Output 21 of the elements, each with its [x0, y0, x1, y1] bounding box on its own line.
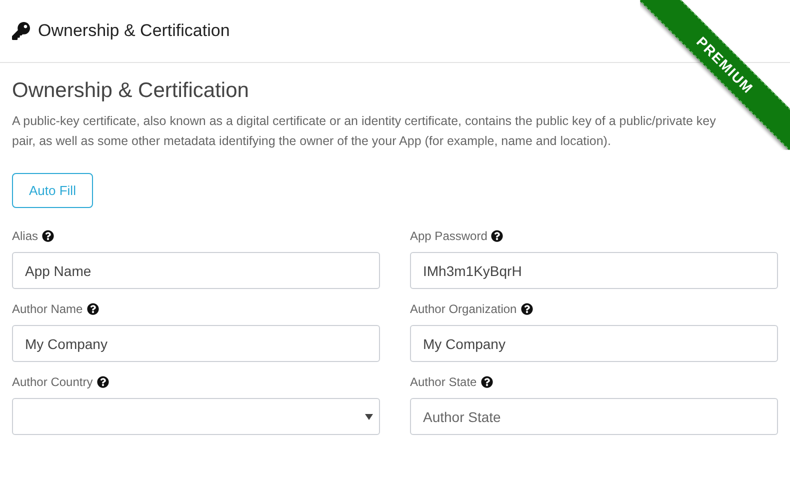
input-field[interactable]: My Company — [12, 325, 380, 362]
input-field[interactable]: App Name — [12, 252, 380, 289]
field-label: Author Organization — [410, 302, 517, 316]
page-title: Ownership & Certification — [38, 21, 230, 41]
help-icon[interactable] — [96, 376, 109, 388]
input-field[interactable]: Author State — [410, 398, 778, 435]
field-label: Author Country — [12, 375, 93, 389]
key-icon — [12, 22, 30, 40]
select-field[interactable] — [12, 398, 380, 435]
field-label: App Password — [410, 229, 488, 243]
help-icon[interactable] — [42, 230, 54, 242]
help-icon[interactable] — [520, 303, 533, 315]
help-icon[interactable] — [480, 376, 493, 388]
help-icon[interactable] — [86, 303, 99, 315]
help-icon[interactable] — [491, 230, 504, 242]
field-label: Author Name — [12, 302, 83, 316]
field-label: Alias — [12, 229, 38, 243]
field-label: Author State — [410, 375, 477, 389]
input-field[interactable]: IMh3m1KyBqrH — [410, 252, 778, 289]
caret-icon — [365, 414, 373, 420]
input-field[interactable]: My Company — [410, 325, 778, 362]
